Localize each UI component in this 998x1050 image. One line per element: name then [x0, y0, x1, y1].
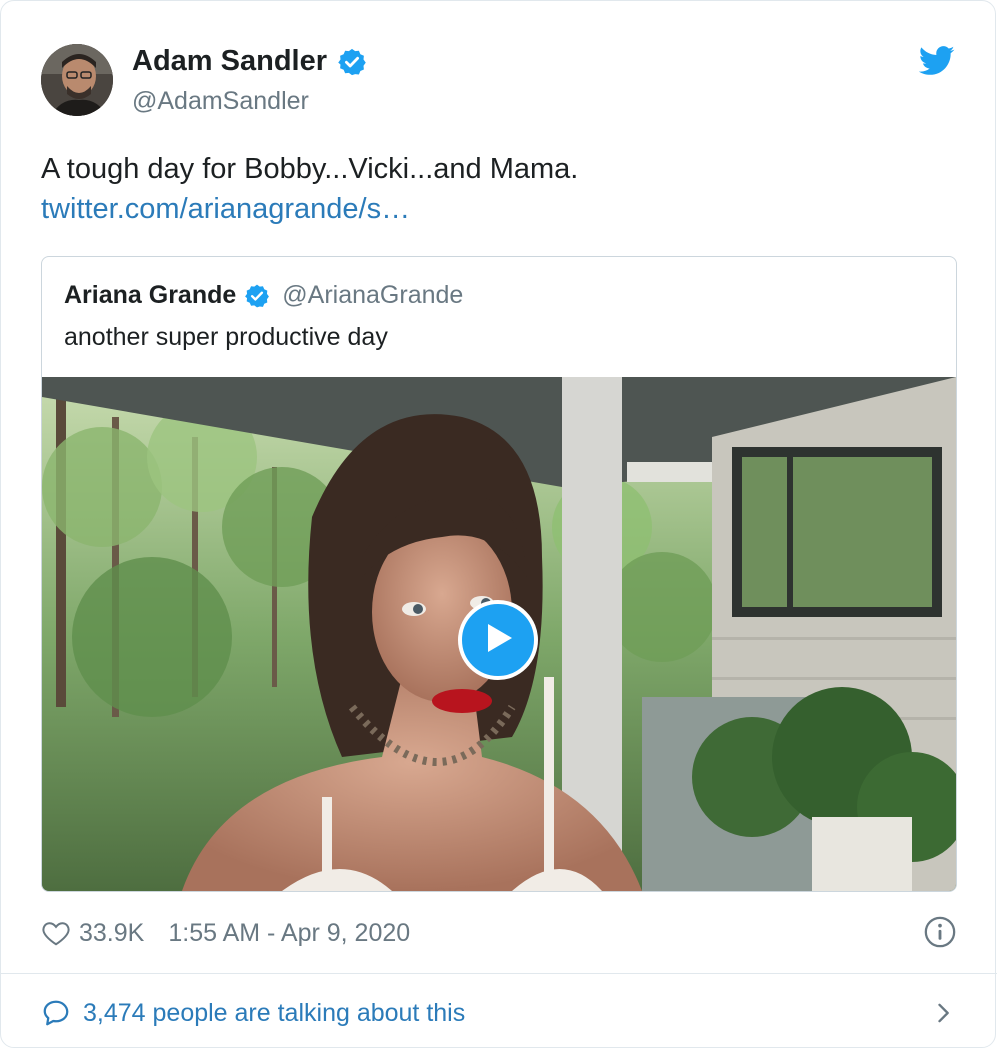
info-icon[interactable] [923, 915, 957, 949]
avatar[interactable] [41, 44, 113, 116]
play-icon [488, 624, 512, 652]
twitter-bird-icon[interactable] [919, 46, 955, 76]
quoted-author-name[interactable]: Ariana Grande [64, 281, 236, 310]
quoted-tweet-text: another super productive day [64, 323, 388, 351]
conversation-link[interactable]: 3,474 people are talking about this [41, 993, 957, 1033]
tweet-text: A tough day for Bobby...Vicki...and Mama… [41, 153, 579, 185]
quoted-tweet-header: Ariana Grande @ArianaGrande [64, 281, 463, 310]
quoted-tweet[interactable]: Ariana Grande @ArianaGrande another supe… [41, 256, 957, 892]
timestamp[interactable]: 1:55 AM - Apr 9, 2020 [168, 919, 410, 948]
quoted-author-handle[interactable]: @ArianaGrande [282, 281, 463, 310]
verified-badge-icon [245, 284, 270, 307]
tweet-link[interactable]: twitter.com/arianagrande/s… [41, 189, 941, 229]
chevron-right-icon[interactable] [929, 999, 957, 1027]
conversation-text[interactable]: 3,474 people are talking about this [83, 999, 465, 1028]
verified-badge-icon [338, 48, 366, 75]
video-thumbnail[interactable] [42, 377, 956, 891]
play-button[interactable] [458, 600, 538, 680]
divider [1, 973, 997, 974]
author-handle[interactable]: @AdamSandler [132, 87, 309, 116]
heart-icon[interactable] [41, 918, 71, 948]
speech-bubble-icon [43, 1000, 69, 1026]
author-name[interactable]: Adam Sandler [132, 45, 327, 78]
like-count[interactable]: 33.9K [79, 919, 144, 948]
author-name-row[interactable]: Adam Sandler [132, 45, 367, 78]
tweet-footer: 33.9K 1:55 AM - Apr 9, 2020 [41, 913, 957, 953]
tweet-body: A tough day for Bobby...Vicki...and Mama… [41, 149, 941, 229]
embedded-tweet: Adam Sandler @AdamSandler A tough day fo… [0, 0, 997, 1048]
